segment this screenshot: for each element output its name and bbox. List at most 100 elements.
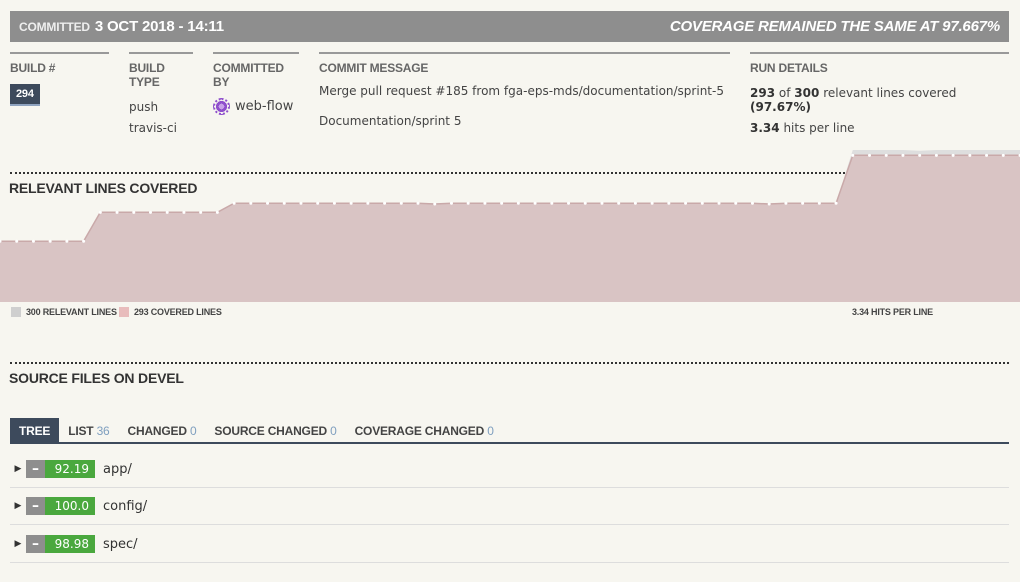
covered-point [817,201,821,205]
tab-changed-label: CHANGED [127,424,187,438]
expand-arrow-icon[interactable]: ▶ [10,539,26,549]
relevant-count: 300 [794,86,820,100]
covered-point [416,201,420,205]
committed-label: Committed [19,20,90,34]
covered-point [968,153,972,157]
covered-point [717,201,721,205]
file-name[interactable]: config/ [103,499,147,514]
commit-message-line1: Merge pull request #185 from fga-eps-mds… [319,84,724,98]
covered-point [700,201,704,205]
minus-icon: – [26,497,45,515]
covered-point [433,202,437,206]
commit-header: Committed 3 OCT 2018 - 14:11 COVERAGE RE… [10,11,1009,42]
covered-point [901,153,905,157]
covered-point [567,201,571,205]
build-number-badge[interactable]: 294 [10,84,40,106]
covered-point [199,210,203,214]
tab-coverage-changed[interactable]: COVERAGE CHANGED 0 [346,418,503,442]
tab-coverage-changed-count: 0 [487,424,494,438]
covered-count: 293 [750,86,776,100]
covered-point [1001,153,1005,157]
covered-point [533,201,537,205]
coverage-status: COVERAGE REMAINED THE SAME AT 97.667% [669,18,1000,35]
covered-point [449,201,453,205]
coverage-value: 100.0 [45,497,95,515]
covered-point [985,153,989,157]
source-files-tabs: TREE LIST 36 CHANGED 0 SOURCE CHANGED 0 … [10,418,1009,444]
tab-changed[interactable]: CHANGED 0 [119,418,206,442]
expand-arrow-icon[interactable]: ▶ [10,464,26,474]
covered-point [182,210,186,214]
coverage-percent: (97.67%) [750,100,811,114]
tab-tree-label: TREE [19,424,51,438]
coverage-indicator: – 92.19 [26,460,95,478]
covered-point [215,210,219,214]
legend-relevant: 300 RELEVANT LINES [11,307,117,317]
covered-point [282,201,286,205]
committer[interactable]: web-flow [213,98,299,115]
covered-point [650,201,654,205]
file-row-config[interactable]: ▶ – 100.0 config/ [10,488,1009,525]
covered-point [383,201,387,205]
covered-point [399,201,403,205]
covered-point [249,201,253,205]
covered-point [516,201,520,205]
coverage-indicator: – 98.98 [26,535,95,553]
commit-message-column: COMMIT MESSAGE Merge pull request #185 f… [319,52,730,128]
hits-value: 3.34 [750,121,780,135]
file-row-app[interactable]: ▶ – 92.19 app/ [10,451,1009,488]
covered-point [366,201,370,205]
covered-point [550,201,554,205]
covered-point [600,201,604,205]
tab-list-label: LIST [68,424,94,438]
build-type-title: BUILD TYPE [129,61,165,89]
committer-name: web-flow [235,99,294,114]
covered-point [884,153,888,157]
relevant-text: relevant lines covered [823,86,957,100]
covered-point [15,239,19,243]
covered-point [834,201,838,205]
covered-point [918,153,922,157]
covered-point [48,239,52,243]
file-name[interactable]: app/ [103,462,132,477]
covered-point [500,201,504,205]
file-name[interactable]: spec/ [103,537,138,552]
covered-point [483,201,487,205]
file-row-spec[interactable]: ▶ – 98.98 spec/ [10,526,1009,563]
of-text: of [778,86,791,100]
legend-relevant-swatch [11,307,21,317]
minus-icon: – [26,460,45,478]
covered-point [316,201,320,205]
tab-list[interactable]: LIST 36 [59,418,118,442]
legend-hits: 3.34 HITS PER LINE [852,307,933,317]
tab-source-changed-count: 0 [330,424,337,438]
covered-point [115,210,119,214]
coverage-value: 92.19 [45,460,95,478]
build-type-event: push [129,100,159,114]
tab-list-count: 36 [96,424,110,438]
covered-point [633,201,637,205]
source-files-divider [10,362,1009,364]
covered-point [299,201,303,205]
build-type-column: BUILD TYPE push travis-ci [129,52,193,135]
coverage-indicator: – 100.0 [26,497,95,515]
tab-tree[interactable]: TREE [10,418,60,442]
tab-source-changed[interactable]: SOURCE CHANGED 0 [205,418,345,442]
covered-point [31,239,35,243]
run-details-column: RUN DETAILS 293 of 300 relevant lines co… [750,52,1009,135]
committed-by-column: COMMITTED BY web-flow [213,52,299,115]
covered-point [98,210,102,214]
covered-point [767,202,771,206]
build-type-service: travis-ci [129,121,177,135]
covered-point [332,201,336,205]
covered-point [617,201,621,205]
legend-covered: 293 COVERED LINES [119,307,222,317]
coverage-chart [0,150,1020,302]
commit-message-line2: Documentation/sprint 5 [319,114,462,128]
build-title: BUILD # [10,61,56,75]
covered-point [784,201,788,205]
legend-relevant-label: 300 RELEVANT LINES [26,307,117,317]
covered-point [801,201,805,205]
covered-point [934,153,938,157]
expand-arrow-icon[interactable]: ▶ [10,501,26,511]
